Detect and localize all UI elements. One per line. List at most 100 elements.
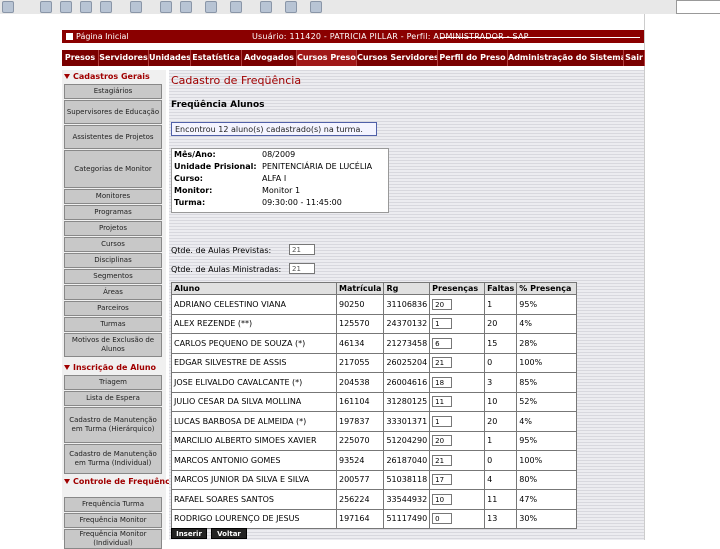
cell-faltas: 0 (484, 450, 518, 471)
cell-rg: 33301371 (383, 411, 431, 432)
discuss-icon[interactable] (260, 1, 272, 13)
nav-servidores[interactable]: Servidores (99, 50, 149, 66)
back-icon[interactable] (2, 1, 14, 13)
cell-faltas: 1 (484, 430, 518, 451)
sidebar-item-assistentes[interactable]: Assistentes de Projetos (64, 125, 162, 149)
refresh-icon[interactable] (60, 1, 72, 13)
search-icon[interactable] (80, 1, 92, 13)
sidebar-item-projetos[interactable]: Projetos (64, 221, 162, 236)
presencas-input[interactable]: 6 (432, 337, 453, 349)
sidebar-item-areas[interactable]: Áreas (64, 285, 162, 300)
cell-rg: 26187040 (383, 450, 431, 471)
cell-matricula: 197837 (335, 411, 385, 432)
presencas-input[interactable]: 0 (432, 513, 453, 525)
sidebar-item-frequencia-monitor-individual[interactable]: Frequência Monitor (Individual) (64, 529, 162, 549)
favorites-icon[interactable] (100, 1, 112, 13)
cell-rg: 51038118 (383, 469, 431, 490)
table-header-row: Aluno Matrícula Rg Presenças Faltas % Pr… (171, 282, 577, 295)
info-value: 08/2009 (262, 150, 296, 159)
info-value: PENITENCIÁRIA DE LUCÉLIA (262, 162, 373, 171)
back-button[interactable]: Voltar (211, 528, 247, 539)
col-rg: Rg (383, 282, 431, 295)
nav-unidades[interactable]: Unidades (149, 50, 191, 66)
cell-pct: 100% (516, 450, 577, 471)
sidebar-item-supervisores[interactable]: Supervisores de Educação (64, 100, 162, 124)
address-box[interactable] (676, 0, 720, 14)
insert-button[interactable]: Inserir (171, 528, 207, 539)
section-inscricao[interactable]: Inscrição de Aluno (64, 363, 156, 372)
history-icon[interactable] (160, 1, 172, 13)
cell-pct: 100% (516, 352, 577, 373)
sidebar-item-categorias[interactable]: Categorias de Monitor (64, 150, 162, 188)
expand-icon (64, 74, 70, 79)
sidebar-item-manutencao-individual[interactable]: Cadastro de Manutenção em Turma (Individ… (64, 444, 162, 474)
sidebar-item-disciplinas[interactable]: Disciplinas (64, 253, 162, 268)
table-row: MARCILIO ALBERTO SIMOES XAVIER 225070 5120… (171, 430, 577, 451)
presencas-input[interactable]: 1 (432, 318, 453, 330)
presencas-input[interactable]: 11 (432, 396, 453, 408)
info-value: 09:30:00 - 11:45:00 (262, 198, 342, 207)
nav-presos[interactable]: Presos (62, 50, 99, 66)
presencas-input[interactable]: 20 (432, 435, 453, 447)
sidebar-item-frequencia-turma[interactable]: Frequência Turma (64, 497, 162, 512)
sidebar-item-cursos[interactable]: Cursos (64, 237, 162, 252)
cell-aluno: ALEX REZENDE (**) (171, 313, 337, 334)
col-faltas: Faltas (484, 282, 518, 295)
section-title: Inscrição de Aluno (73, 363, 157, 372)
cell-matricula: 125570 (335, 313, 385, 334)
sidebar-item-manutencao-hierarquico[interactable]: Cadastro de Manutenção em Turma (Hierárq… (64, 407, 162, 443)
sidebar-item-segmentos[interactable]: Segmentos (64, 269, 162, 284)
section-cadastros-gerais[interactable]: Cadastros Gerais (64, 72, 150, 81)
aulas-previstas-label: Qtde. de Aulas Previstas: (171, 246, 272, 255)
edit-icon[interactable] (230, 1, 242, 13)
presencas-input[interactable]: 20 (432, 298, 453, 310)
cell-matricula: 200577 (335, 469, 385, 490)
cell-matricula: 225070 (335, 430, 385, 451)
sidebar-item-triagem[interactable]: Triagem (64, 375, 162, 390)
nav-cursos-servidores[interactable]: Cursos Servidores (357, 50, 438, 66)
section-title: Cadastros Gerais (73, 72, 150, 81)
home-link[interactable]: Página Inicial (66, 32, 129, 41)
sidebar-item-monitores[interactable]: Monitores (64, 189, 162, 204)
cell-faltas: 20 (484, 411, 518, 432)
cell-faltas: 3 (484, 372, 518, 393)
cell-presencas: 20 (429, 430, 486, 451)
presencas-input[interactable]: 1 (432, 415, 453, 427)
presencas-input[interactable]: 17 (432, 474, 453, 486)
mail-icon[interactable] (180, 1, 192, 13)
nav-perfil-do-preso[interactable]: Perfil do Preso (438, 50, 508, 66)
sidebar-item-estagiarios[interactable]: Estagiários (64, 84, 162, 99)
cell-presencas: 1 (429, 313, 486, 334)
folder-icon[interactable] (310, 1, 322, 13)
cell-presencas: 21 (429, 450, 486, 471)
home-icon[interactable] (40, 1, 52, 13)
nav-administracao[interactable]: Administração do Sistema (508, 50, 624, 66)
print-icon[interactable] (205, 1, 217, 13)
sidebar-item-motivos[interactable]: Motivos de Exclusão de Alunos (64, 333, 162, 357)
nav-sair[interactable]: Sair (624, 50, 645, 66)
star-icon[interactable] (130, 1, 142, 13)
col-matricula: Matrícula (335, 282, 385, 295)
messenger-icon[interactable] (285, 1, 297, 13)
home-icon (66, 33, 73, 40)
info-label: Monitor: (174, 186, 213, 195)
sidebar-item-parceiros[interactable]: Parceiros (64, 301, 162, 316)
presencas-input[interactable]: 10 (432, 493, 453, 505)
sidebar-item-frequencia-monitor[interactable]: Frequência Monitor (64, 513, 162, 528)
table-row: CARLOS PEQUENO DE SOUZA (*) 46134 21273458… (171, 333, 577, 354)
sidebar-item-programas[interactable]: Programas (64, 205, 162, 220)
nav-estatistica[interactable]: Estatística (191, 50, 242, 66)
presencas-input[interactable]: 21 (432, 357, 453, 369)
aulas-previstas-input[interactable]: 21 (289, 244, 315, 255)
expand-icon (64, 365, 70, 370)
nav-advogados[interactable]: Advogados (242, 50, 297, 66)
presencas-input[interactable]: 21 (432, 454, 453, 466)
presencas-input[interactable]: 18 (432, 376, 453, 388)
cell-rg: 31106836 (383, 294, 431, 315)
cell-presencas: 1 (429, 411, 486, 432)
cell-presencas: 6 (429, 333, 486, 354)
sidebar-item-lista-espera[interactable]: Lista de Espera (64, 391, 162, 406)
aulas-ministradas-input[interactable]: 21 (289, 263, 315, 274)
nav-cursos-presos[interactable]: Cursos Presos (297, 50, 357, 66)
sidebar-item-turmas[interactable]: Turmas (64, 317, 162, 332)
